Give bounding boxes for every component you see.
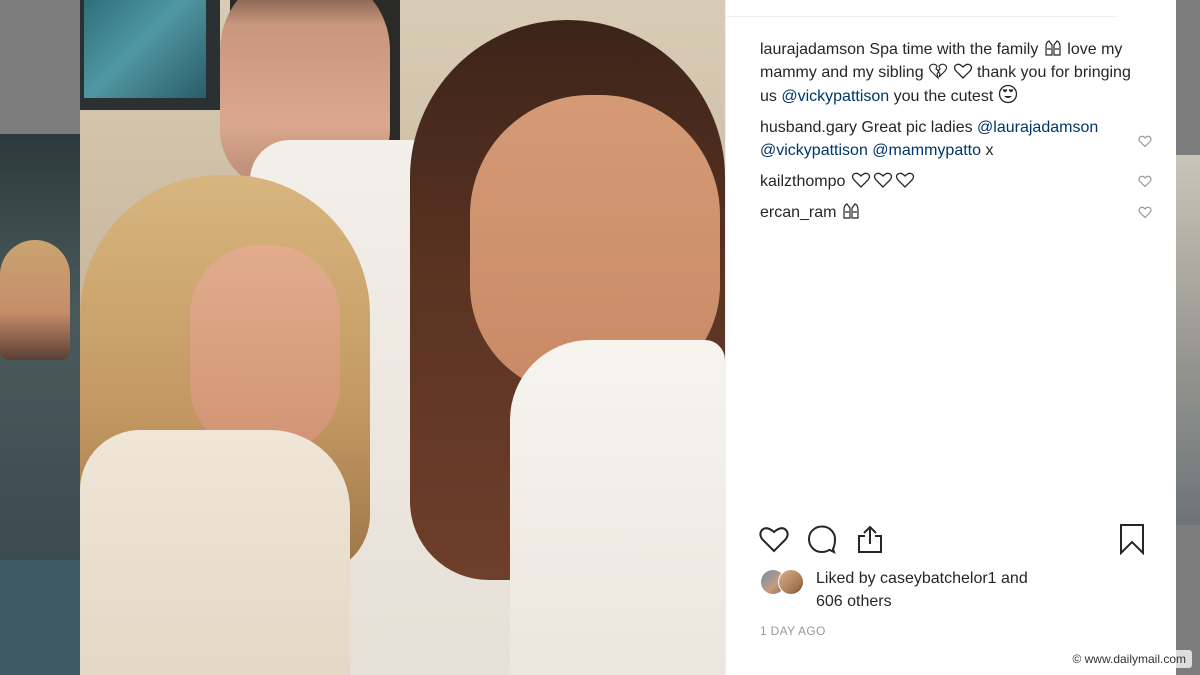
share-icon[interactable] xyxy=(854,523,886,555)
post-caption: laurajadamson Spa time with the family l… xyxy=(760,38,1150,108)
comment-text-tail: x xyxy=(985,142,994,159)
post-action-bar xyxy=(758,523,1148,559)
heart-icon[interactable] xyxy=(758,523,790,555)
white-heart-emoji xyxy=(895,172,914,188)
comment-mention[interactable]: @laurajadamson xyxy=(977,119,1098,136)
caption-text-4: you the cutest xyxy=(893,88,994,105)
comment-item: husband.gary Great pic ladies @laurajada… xyxy=(760,116,1152,162)
like-comment-heart-icon[interactable] xyxy=(1138,205,1152,219)
comment-icon[interactable] xyxy=(806,523,838,555)
post-photo[interactable] xyxy=(80,0,725,675)
header-divider xyxy=(726,16,1118,17)
comment-username[interactable]: kailzthompo xyxy=(760,173,845,190)
caption-username[interactable]: laurajadamson xyxy=(760,41,865,58)
comment-username[interactable]: ercan_ram xyxy=(760,204,836,221)
post-timestamp[interactable]: 1 DAY AGO xyxy=(760,624,826,638)
post-side-panel: laurajadamson Spa time with the family l… xyxy=(725,0,1176,675)
white-heart-emoji xyxy=(953,63,972,79)
caption-text-1: Spa time with the family xyxy=(869,41,1039,58)
liker-avatar[interactable] xyxy=(778,569,804,595)
background-photo-right xyxy=(1175,155,1200,525)
likes-summary: Liked by caseybatchelor1 and 606 others xyxy=(760,567,1150,615)
comment-item: ercan_ram xyxy=(760,201,1152,224)
photo-wall-frame xyxy=(80,0,220,110)
likes-others[interactable]: 606 others xyxy=(816,593,892,610)
broken-heart-emoji xyxy=(929,63,948,80)
watermark: © www.dailymail.com xyxy=(1066,650,1192,668)
bookmark-icon[interactable] xyxy=(1116,523,1148,555)
white-heart-emoji xyxy=(873,172,892,188)
likes-and: and xyxy=(1001,570,1028,587)
likes-prefix: Liked by xyxy=(816,570,876,587)
background-photo-left-bottom xyxy=(0,560,80,675)
likes-text: Liked by caseybatchelor1 and 606 others xyxy=(816,567,1028,613)
background-face-left xyxy=(0,240,70,360)
white-heart-emoji xyxy=(851,172,870,188)
like-comment-heart-icon[interactable] xyxy=(1138,134,1152,148)
likes-user[interactable]: caseybatchelor1 xyxy=(880,570,997,587)
comment-mention[interactable]: @vickypattison xyxy=(760,142,868,159)
like-comment-heart-icon[interactable] xyxy=(1138,174,1152,188)
photo-robe-left xyxy=(80,430,350,675)
photo-wall-art xyxy=(84,0,206,98)
heart-eyes-emoji xyxy=(998,84,1017,104)
photo-person-left-face xyxy=(190,245,340,455)
raised-hands-emoji xyxy=(843,203,859,219)
comments-list: laurajadamson Spa time with the family l… xyxy=(760,38,1152,232)
caption-mention[interactable]: @vickypattison xyxy=(781,88,889,105)
comment-text: Great pic ladies xyxy=(861,119,973,136)
comment-mention[interactable]: @mammypatto xyxy=(872,142,981,159)
raised-hands-emoji xyxy=(1045,40,1061,56)
comment-username[interactable]: husband.gary xyxy=(760,119,857,136)
comment-item: kailzthompo xyxy=(760,170,1152,193)
photo-robe-right xyxy=(510,340,725,675)
